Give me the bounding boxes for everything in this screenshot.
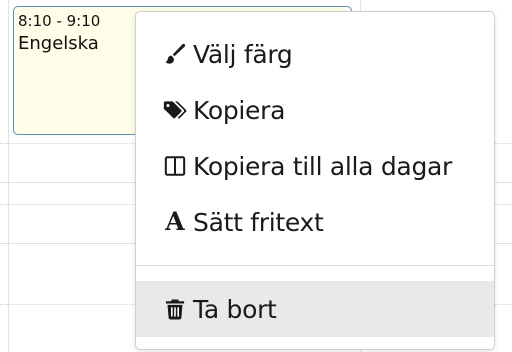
tags-icon [163, 98, 187, 122]
menu-item-delete[interactable]: Ta bort [136, 281, 494, 337]
menu-item-choose-color[interactable]: Välj färg [136, 26, 494, 82]
menu-item-copy[interactable]: Kopiera [136, 82, 494, 138]
columns-icon [163, 154, 187, 178]
menu-item-set-free-text[interactable]: A Sätt fritext [136, 194, 494, 250]
font-icon: A [165, 207, 185, 236]
grid-line [8, 0, 9, 352]
menu-item-label: Kopiera [193, 95, 286, 125]
calendar-view: 8:10 - 9:10 Engelska Välj färg Kopiera K… [0, 0, 512, 352]
context-menu: Välj färg Kopiera Kopiera till alla daga… [135, 11, 495, 350]
menu-divider [136, 265, 494, 266]
menu-item-label: Välj färg [193, 39, 293, 69]
menu-item-label: Kopiera till alla dagar [193, 151, 453, 181]
menu-item-copy-to-all-days[interactable]: Kopiera till alla dagar [136, 138, 494, 194]
paintbrush-icon [163, 42, 187, 66]
menu-item-label: Ta bort [193, 294, 277, 324]
trash-icon [163, 297, 187, 321]
menu-item-label: Sätt fritext [193, 207, 324, 237]
